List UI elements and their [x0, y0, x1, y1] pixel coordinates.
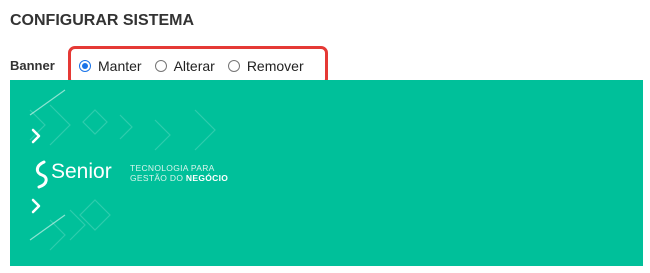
decor-chevron — [154, 119, 171, 151]
decor-chevron — [69, 209, 86, 241]
radio-option-remover[interactable]: Remover — [227, 58, 304, 74]
page-title: CONFIGURAR SISTEMA — [10, 12, 194, 29]
banner-preview: Senior TECNOLOGIA PARA GESTÃO DO NEGÓCIO — [10, 80, 643, 266]
radio-alterar[interactable] — [154, 60, 167, 72]
radio-option-manter[interactable]: Manter — [79, 58, 142, 74]
senior-logo-icon — [35, 160, 48, 189]
brand-tagline: TECNOLOGIA PARA GESTÃO DO NEGÓCIO — [130, 163, 229, 183]
decor-chevron — [194, 109, 216, 151]
radio-label-remover: Remover — [246, 58, 304, 74]
tagline-line-2: GESTÃO DO NEGÓCIO — [130, 172, 229, 183]
decor-chevron — [119, 114, 133, 140]
decor-line — [29, 89, 66, 116]
banner-field-label: Banner — [10, 58, 55, 73]
radio-label-manter: Manter — [98, 58, 142, 74]
decor-chevron — [49, 104, 71, 146]
radio-remover[interactable] — [227, 60, 240, 72]
chevron-right-icon — [31, 198, 41, 214]
brand-name: Senior — [51, 160, 112, 183]
radio-label-alterar: Alterar — [173, 58, 215, 74]
decor-line — [29, 214, 66, 241]
radio-option-alterar[interactable]: Alterar — [154, 58, 215, 74]
decor-chevron — [82, 109, 108, 135]
radio-manter[interactable] — [79, 60, 91, 72]
